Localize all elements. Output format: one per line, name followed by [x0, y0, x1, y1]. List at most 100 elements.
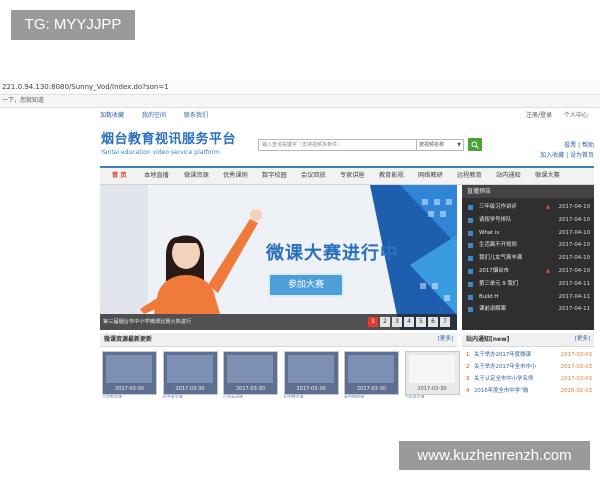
site-notice-more-link[interactable]: [更多] — [575, 333, 590, 346]
video-date: 2017-03-30 — [296, 386, 326, 392]
video-date: 2017-03-30 — [417, 386, 447, 392]
nav-edu-films[interactable]: 教育影视 — [379, 168, 404, 184]
banner-page-1[interactable]: 1 — [368, 317, 378, 327]
nav-site-notice[interactable]: 站内通知 — [496, 168, 521, 184]
video-preview — [166, 355, 213, 383]
banner-page-6[interactable]: 6 — [428, 317, 438, 327]
announcement-item[interactable]: Build H 2017-04-11 — [468, 292, 592, 303]
nav-contest[interactable]: 微课大赛 — [535, 168, 560, 184]
banner-caption-bar: 第三届烟台市中小学微课比赛火热进行 1 2 3 4 5 6 7 — [100, 314, 457, 330]
nav-remote-edu[interactable]: 远程教育 — [457, 168, 482, 184]
address-bar[interactable]: 221.0.94.130:8080/Sunny_Vod/Index.do?son… — [0, 80, 600, 95]
notice-item[interactable]: 3 关于认定全市中小学名师 2017-03-03 — [466, 374, 594, 385]
announcement-title: What is — [479, 229, 500, 236]
video-thumbnail[interactable]: 2017-03-30 — [404, 351, 460, 395]
video-thumbnail[interactable]: 2017-03-30 — [344, 351, 399, 395]
nav-micro-lessons[interactable]: 微课资源 — [184, 168, 209, 184]
announcement-item[interactable]: 课前讲解案 2017-04-11 — [468, 304, 592, 315]
site-logo[interactable]: 烟台教育视讯服务平台 Yantai education video servic… — [101, 132, 261, 162]
recent-videos-header: 微课资源最新更新 [更多] — [100, 333, 457, 347]
top-link-login[interactable]: 注册/登录 — [526, 109, 552, 123]
announcement-item[interactable]: 我们儿女气爽丰满 2017-04-10 — [468, 253, 592, 264]
announcement-title: 2017烟台市 — [479, 268, 509, 274]
announcement-item[interactable]: 生活离不开规则 2017-04-10 — [468, 240, 592, 251]
nav-meeting-replay[interactable]: 会议回放 — [301, 168, 326, 184]
announcement-title: 我们儿女气爽丰满 — [479, 255, 523, 262]
browser-notice-bar: 一下，您就知道 — [0, 95, 600, 108]
announcement-title: 第三单元 9 我们 — [479, 280, 519, 287]
notice-item[interactable]: 1 关于举办2017年度微课 2017-03-03 — [466, 350, 594, 361]
search-button[interactable] — [468, 138, 482, 151]
notice-number: 4 — [466, 388, 470, 394]
announcement-item[interactable]: 请按学号排队 2017-04-10 — [468, 215, 592, 226]
video-preview — [408, 355, 455, 383]
announcement-item[interactable]: 三年级习作讲评 ▲ 2017-04-10 — [468, 202, 592, 213]
announcement-date: 2017-04-11 — [558, 293, 590, 300]
announcement-item[interactable]: 2017烟台市 ▲ 2017-04-10 — [468, 266, 592, 277]
video-thumbnail[interactable]: 2017-03-30 — [102, 351, 157, 395]
notice-number: 3 — [466, 376, 470, 382]
recent-videos-more-link[interactable]: [更多] — [438, 333, 453, 346]
bullet-icon — [468, 269, 473, 274]
video-preview — [287, 355, 334, 383]
video-caption[interactable]: 小学英语课 — [223, 395, 276, 398]
video-caption[interactable]: 小学语文课 — [405, 395, 458, 398]
header-right-links[interactable]: 投票 | 帮助 加入收藏 | 设为首页 — [528, 141, 594, 161]
site-notice-title: 站内通知[new] — [466, 336, 510, 343]
video-thumbnail[interactable]: 2017-03-30 — [162, 351, 218, 395]
announcement-item[interactable]: What is 2017-04-10 — [468, 228, 592, 239]
announcement-title: 生活离不开规则 — [479, 242, 517, 249]
nav-expert-lectures[interactable]: 专家讲座 — [340, 168, 365, 184]
video-date: 2017-03-30 — [235, 386, 266, 392]
notice-item[interactable]: 2 关于举办2017年全市中小 2017-03-03 — [466, 362, 594, 373]
announcement-date: 2017-04-10 — [558, 255, 590, 262]
notice-item[interactable]: 4 2016年度全市中学“融 2016-02-03 — [466, 386, 594, 397]
nav-live[interactable]: 本地直播 — [144, 168, 169, 184]
hero-banner[interactable]: 微课大赛进行中 参加大赛 第三届烟台市中小学微课比赛火热进行 1 2 3 4 5… — [100, 185, 457, 330]
search-icon — [471, 141, 479, 149]
announcement-title: 课前讲解案 — [479, 306, 506, 313]
recent-videos-title: 微课资源最新更新 — [104, 336, 153, 343]
notice-date: 2017-03-03 — [560, 376, 592, 382]
announcement-date: 2017-04-11 — [558, 280, 590, 287]
video-caption[interactable]: 小学数学课 — [102, 395, 155, 398]
banner-caption: 第三届烟台市中小学微课比赛火热进行 — [103, 319, 192, 325]
nav-online-research[interactable]: 网络教研 — [418, 168, 443, 184]
video-caption[interactable]: 初中语文课 — [163, 395, 216, 398]
notice-number: 1 — [466, 352, 470, 358]
announcement-title: 请按学号排队 — [479, 216, 512, 223]
top-link-favorite[interactable]: 加数收藏 — [100, 109, 124, 123]
video-caption[interactable]: 初中数学课 — [284, 395, 337, 398]
top-link-user-center[interactable]: 个人中心 — [564, 109, 588, 123]
main-nav: 首 页 本地直播 微课资源 优秀课例 数字校园 会议回放 专家讲座 教育影视 网… — [100, 166, 594, 185]
top-link-my-space[interactable]: 我的空间 — [142, 109, 166, 123]
announcement-item[interactable]: 第三单元 9 我们 2017-04-11 — [468, 279, 592, 290]
video-thumbnail[interactable]: 2017-03-30 — [223, 351, 278, 395]
bullet-icon — [468, 256, 473, 262]
watermark: www.kuzhenrenzh.com — [399, 441, 590, 470]
notice-date: 2017-03-03 — [560, 352, 592, 358]
notice-title: 2016年度全市中学“融 — [474, 388, 529, 394]
favorite-homepage-links[interactable]: 加入收藏 | 设为首页 — [528, 151, 594, 161]
banner-page-2[interactable]: 2 — [380, 317, 390, 327]
search-input[interactable]: 输入查询关键字（支持视频多条件） — [258, 139, 419, 151]
video-thumbnail[interactable]: 2017-03-30 — [283, 351, 339, 395]
video-caption[interactable]: 高中物理课 — [344, 395, 397, 398]
hot-flame-icon: ▲ — [546, 204, 550, 210]
banner-page-4[interactable]: 4 — [404, 317, 414, 327]
nav-home[interactable]: 首 页 — [112, 168, 127, 184]
nav-excellent-lessons[interactable]: 优秀课例 — [223, 168, 248, 184]
top-link-contact[interactable]: 联系我们 — [184, 109, 208, 123]
nav-digital-campus[interactable]: 数字校园 — [262, 168, 287, 184]
banner-page-5[interactable]: 5 — [416, 317, 426, 327]
join-contest-button[interactable]: 参加大赛 — [268, 273, 344, 297]
search-category-select[interactable]: 按视频名称 ▼ — [416, 139, 464, 151]
announcement-date: 2017-04-10 — [558, 229, 590, 236]
banner-page-7[interactable]: 7 — [440, 317, 450, 327]
announcement-title: Build H — [479, 293, 499, 300]
video-preview — [227, 355, 273, 383]
vote-help-links[interactable]: 投票 | 帮助 — [528, 141, 594, 151]
announcement-date: 2017-04-11 — [558, 306, 590, 313]
banner-page-3[interactable]: 3 — [392, 317, 402, 327]
bullet-icon — [468, 294, 473, 300]
